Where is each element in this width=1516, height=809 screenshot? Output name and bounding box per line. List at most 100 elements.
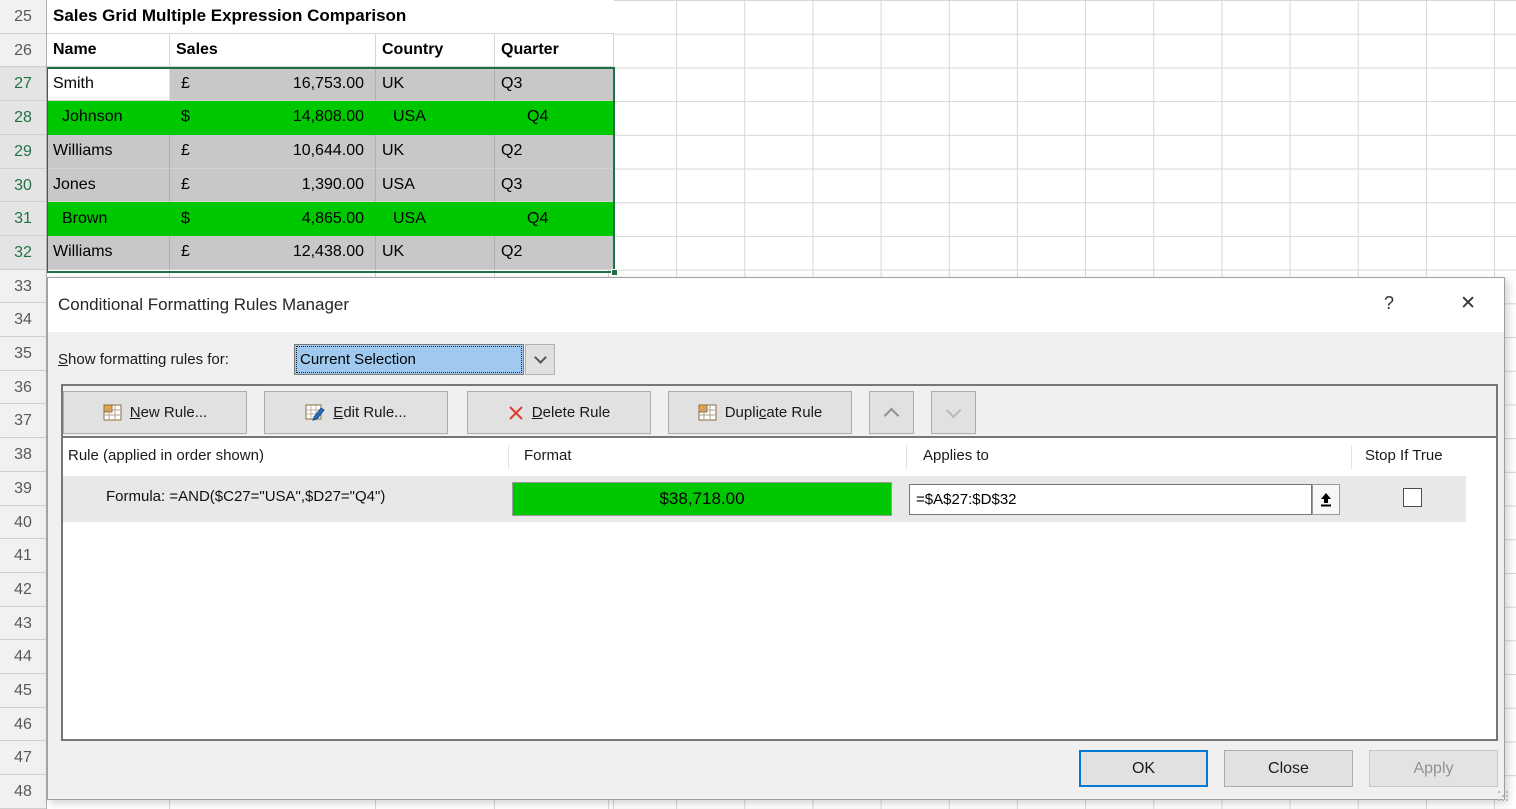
cell-sales-27[interactable]: £16,753.00 — [170, 67, 376, 101]
cell-country-32[interactable]: UK — [376, 236, 495, 270]
delete-rule-label: Delete Rule — [532, 404, 610, 421]
new-rule-label: New Rule... — [130, 404, 208, 421]
cell-sales-31[interactable]: $4,865.00 — [170, 202, 376, 236]
column-header-stop-if-true: Stop If True — [1365, 447, 1443, 464]
cell-name-29[interactable]: Williams — [47, 135, 170, 169]
row-header-36[interactable]: 36 — [0, 371, 46, 405]
row-header-38[interactable]: 38 — [0, 438, 46, 472]
row-header-44[interactable]: 44 — [0, 640, 46, 674]
cell-name-30[interactable]: Jones — [47, 169, 170, 203]
table-icon — [103, 404, 122, 421]
red-x-icon — [508, 405, 524, 421]
row-header-26[interactable]: 26 — [0, 34, 46, 68]
cell-country-29[interactable]: UK — [376, 135, 495, 169]
edit-rule-button[interactable]: Edit Rule... — [264, 391, 448, 434]
column-header-name: Name — [47, 34, 170, 68]
column-header-sales: Sales — [170, 34, 376, 68]
row-header-column: 2526272829303132333435363738394041424344… — [0, 0, 47, 809]
column-divider — [508, 445, 509, 469]
cell-name-31[interactable]: Brown — [47, 202, 170, 236]
row-header-41[interactable]: 41 — [0, 539, 46, 573]
rules-list-header: Rule (applied in order shown) Format App… — [63, 438, 1496, 476]
edit-rule-label: Edit Rule... — [333, 404, 406, 421]
chevron-down-icon — [534, 351, 547, 364]
column-divider — [906, 445, 907, 469]
rules-toolbar: New Rule... Edit Rule... Delete Rule Dup… — [63, 386, 1496, 438]
row-header-39[interactable]: 39 — [0, 472, 46, 506]
row-header-43[interactable]: 43 — [0, 607, 46, 641]
cell-quarter-31[interactable]: Q4 — [495, 202, 614, 236]
ok-button[interactable]: OK — [1079, 750, 1208, 787]
show-rules-value: Current Selection — [300, 351, 416, 368]
sheet-title: Sales Grid Multiple Expression Compariso… — [47, 0, 614, 34]
cell-name-32[interactable]: Williams — [47, 236, 170, 270]
dropdown-arrow-button[interactable] — [525, 344, 555, 375]
resize-grip[interactable] — [1498, 791, 1500, 793]
row-header-45[interactable]: 45 — [0, 674, 46, 708]
applies-to-input[interactable] — [909, 484, 1312, 515]
move-rule-up-button[interactable] — [869, 391, 914, 434]
close-icon[interactable]: ✕ — [1460, 292, 1476, 315]
chevron-up-icon — [884, 407, 900, 423]
cell-quarter-27[interactable]: Q3 — [495, 67, 614, 101]
stop-if-true-checkbox[interactable] — [1403, 488, 1422, 507]
row-header-35[interactable]: 35 — [0, 337, 46, 371]
column-header-country: Country — [376, 34, 495, 68]
currency-symbol: £ — [181, 75, 190, 93]
currency-symbol: £ — [181, 243, 190, 261]
row-header-28[interactable]: 28 — [0, 101, 46, 135]
move-rule-down-button[interactable] — [931, 391, 976, 434]
cell-quarter-32[interactable]: Q2 — [495, 236, 614, 270]
cell-quarter-28[interactable]: Q4 — [495, 101, 614, 135]
row-header-40[interactable]: 40 — [0, 506, 46, 540]
sales-table: Sales Grid Multiple Expression Compariso… — [47, 0, 614, 270]
duplicate-rule-button[interactable]: Duplicate Rule — [668, 391, 852, 434]
cell-country-30[interactable]: USA — [376, 169, 495, 203]
cell-sales-32[interactable]: £12,438.00 — [170, 236, 376, 270]
range-select-arrow-icon — [1319, 492, 1333, 507]
show-rules-label: Show formatting rules for: — [58, 351, 229, 368]
rule-row[interactable]: Formula: =AND($C27="USA",$D27="Q4") $38,… — [63, 476, 1466, 522]
row-header-30[interactable]: 30 — [0, 169, 46, 203]
currency-symbol: £ — [181, 142, 190, 160]
rule-description: Formula: =AND($C27="USA",$D27="Q4") — [106, 488, 385, 505]
cell-sales-30[interactable]: £1,390.00 — [170, 169, 376, 203]
row-header-31[interactable]: 31 — [0, 202, 46, 236]
row-header-34[interactable]: 34 — [0, 303, 46, 337]
currency-symbol: $ — [181, 210, 190, 228]
cell-quarter-30[interactable]: Q3 — [495, 169, 614, 203]
cell-country-27[interactable]: UK — [376, 67, 495, 101]
column-header-applies-to: Applies to — [923, 447, 989, 464]
row-header-32[interactable]: 32 — [0, 236, 46, 270]
cell-name-27[interactable]: Smith — [47, 67, 170, 101]
cell-country-28[interactable]: USA — [376, 101, 495, 135]
cell-country-31[interactable]: USA — [376, 202, 495, 236]
cell-sales-29[interactable]: £10,644.00 — [170, 135, 376, 169]
row-header-47[interactable]: 47 — [0, 741, 46, 775]
cell-quarter-29[interactable]: Q2 — [495, 135, 614, 169]
row-header-25[interactable]: 25 — [0, 0, 46, 34]
sales-amount: 14,808.00 — [293, 108, 364, 126]
help-button[interactable]: ? — [1384, 293, 1394, 314]
table-icon — [698, 404, 717, 421]
sales-amount: 16,753.00 — [293, 75, 364, 93]
collapse-dialog-button[interactable] — [1312, 484, 1340, 515]
row-header-29[interactable]: 29 — [0, 135, 46, 169]
row-header-46[interactable]: 46 — [0, 708, 46, 742]
row-header-48[interactable]: 48 — [0, 775, 46, 809]
row-header-42[interactable]: 42 — [0, 573, 46, 607]
sales-amount: 4,865.00 — [302, 210, 364, 228]
new-rule-button[interactable]: New Rule... — [63, 391, 247, 434]
row-header-37[interactable]: 37 — [0, 404, 46, 438]
show-rules-dropdown[interactable]: Current Selection — [294, 344, 524, 375]
close-button[interactable]: Close — [1224, 750, 1353, 787]
row-header-33[interactable]: 33 — [0, 270, 46, 304]
cf-rules-manager-dialog: Conditional Formatting Rules Manager ? ✕… — [47, 277, 1505, 800]
column-header-format: Format — [524, 447, 572, 464]
cell-sales-28[interactable]: $14,808.00 — [170, 101, 376, 135]
apply-button[interactable]: Apply — [1369, 750, 1498, 787]
row-header-27[interactable]: 27 — [0, 67, 46, 101]
cell-name-28[interactable]: Johnson — [47, 101, 170, 135]
delete-rule-button[interactable]: Delete Rule — [467, 391, 651, 434]
sales-amount: 10,644.00 — [293, 142, 364, 160]
